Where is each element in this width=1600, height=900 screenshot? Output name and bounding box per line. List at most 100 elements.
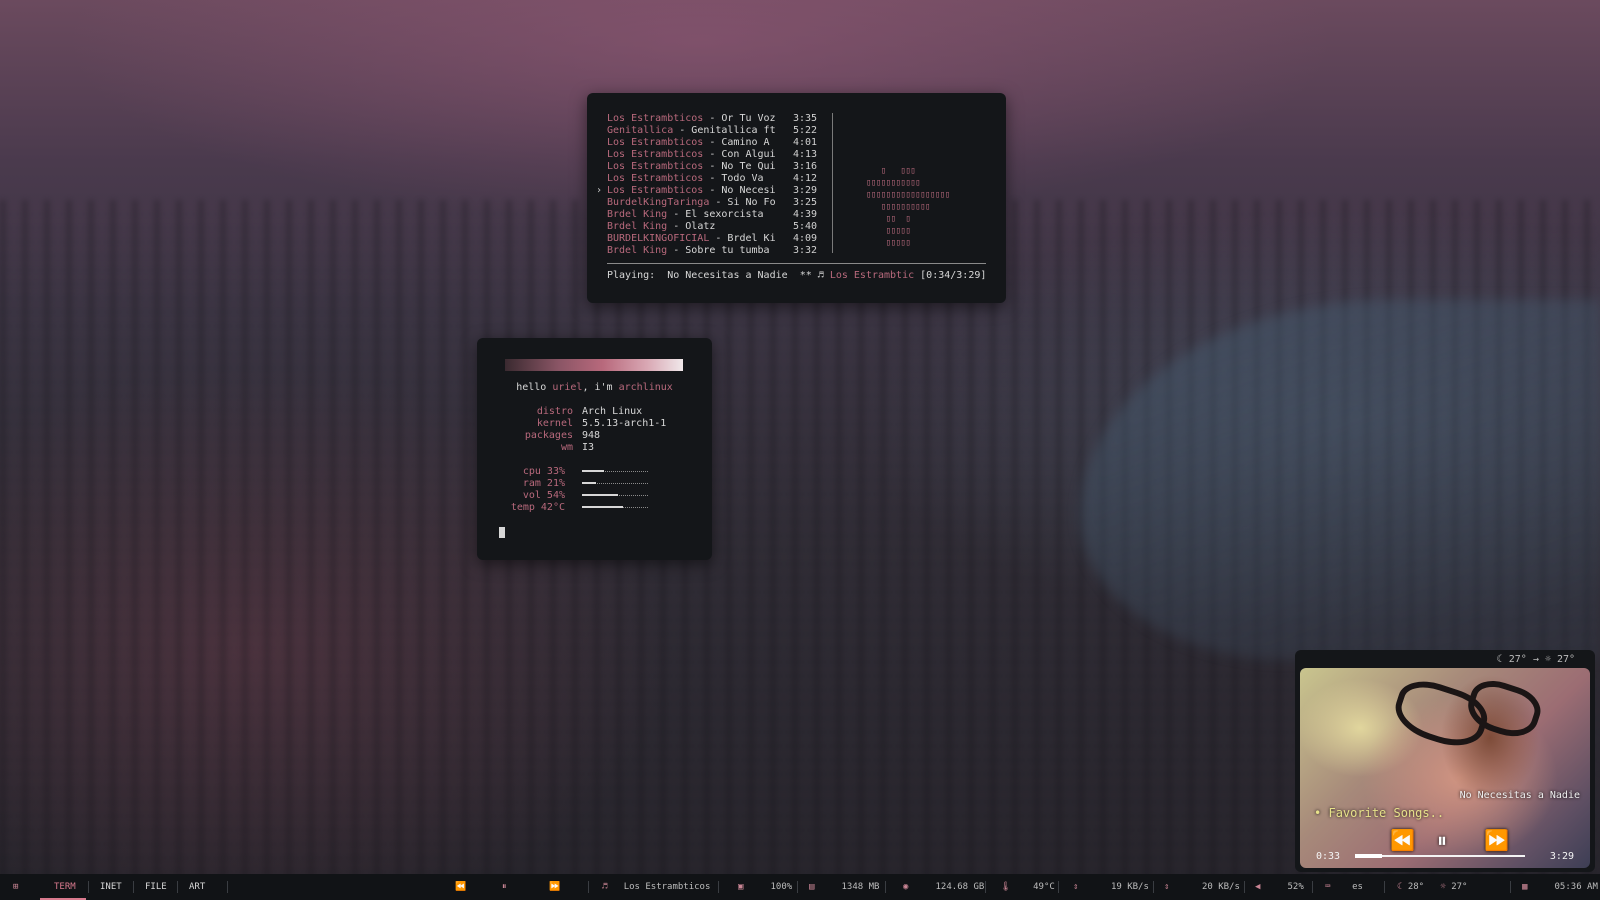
tab-file[interactable]: FILE bbox=[145, 874, 167, 900]
weather-value-a: 28° bbox=[1407, 882, 1425, 892]
playlist-track[interactable]: Los Estrambticos - Or Tu Voz 3:35 bbox=[607, 113, 822, 125]
weather-value-b: 27° bbox=[1451, 882, 1468, 892]
system-info-value: Arch Linux bbox=[582, 406, 643, 417]
track-title: Brdel Ki bbox=[727, 233, 776, 244]
system-stat-label: ram 21% bbox=[522, 478, 565, 489]
playlist-track[interactable]: Brdel King - Sobre tu tumba 3:32 bbox=[607, 245, 822, 257]
visualizer-row: ▯▯▯▯▯▯▯▯▯▯▯▯▯▯▯▯▯ bbox=[866, 190, 950, 200]
volume-status[interactable]: ◀ 52% bbox=[1255, 874, 1304, 900]
system-info-key: distro bbox=[536, 406, 573, 417]
track-artist: Brdel King bbox=[607, 209, 668, 220]
separator bbox=[227, 881, 228, 893]
bar-next-button[interactable]: ⏩ bbox=[549, 874, 560, 900]
separator bbox=[1153, 881, 1154, 893]
system-info-row: packages 948 bbox=[477, 430, 712, 442]
track-duration: 4:13 bbox=[793, 149, 818, 160]
separator bbox=[718, 881, 719, 893]
disk-icon: ◉ bbox=[903, 882, 909, 892]
terminal-cursor bbox=[499, 527, 505, 538]
now-playing-artist: Los Estrambtic bbox=[829, 270, 915, 281]
track-duration: 4:01 bbox=[793, 137, 818, 148]
download-icon: ⇕ bbox=[1073, 882, 1079, 892]
playlist-track[interactable]: BurdelKingTaringa - Si No Fo 3:25 bbox=[607, 197, 822, 209]
track-duration: 3:16 bbox=[793, 161, 818, 172]
keyboard-layout-status[interactable]: ⌨ es bbox=[1325, 874, 1363, 900]
playlist-track[interactable]: Los Estrambticos - Con Algui 4:13 bbox=[607, 149, 822, 161]
bar-artist: Los Estrambticos bbox=[623, 882, 711, 892]
weather-forecast: ☾ 27° → ☼ 27° bbox=[1497, 654, 1575, 665]
weather-status: ☾ 28° ☼ 27° bbox=[1397, 874, 1467, 900]
playlist-track[interactable]: Brdel King - Olatz 5:40 bbox=[607, 221, 822, 233]
next-track-button[interactable]: ⏩ bbox=[1484, 828, 1509, 852]
music-player-window[interactable]: Los Estrambticos - Or Tu Voz 3:35 Genitall… bbox=[587, 93, 1006, 303]
thermometer-icon: 🌡︎ bbox=[1000, 882, 1012, 892]
stat-bar-fill bbox=[582, 482, 596, 484]
playlist-track[interactable]: Los Estrambticos - Camino A 4:01 bbox=[607, 137, 822, 149]
system-stat-row: cpu 33% bbox=[477, 466, 712, 478]
weather-next: 27° bbox=[1556, 654, 1575, 665]
track-duration: 4:12 bbox=[793, 173, 818, 184]
progress-bar[interactable] bbox=[1355, 854, 1525, 858]
cpu-status: ▣ 100% bbox=[738, 874, 792, 900]
tab-inet[interactable]: INET bbox=[100, 874, 122, 900]
visualizer-row: ▯▯▯▯▯ bbox=[866, 226, 911, 236]
now-playing-title: No Necesitas a Nadie bbox=[667, 270, 788, 281]
previous-track-button[interactable]: ⏪ bbox=[1390, 828, 1415, 852]
temperature-value: 49°C bbox=[1033, 882, 1055, 892]
now-playing-time: [0:34/3:29] bbox=[920, 270, 987, 281]
bar-now-playing[interactable]: ♬ Los Estrambticos bbox=[602, 874, 710, 900]
track-artist: Los Estrambticos bbox=[607, 185, 704, 196]
track-duration: 4:39 bbox=[793, 209, 818, 220]
track-title: Todo Va bbox=[721, 173, 764, 184]
playlist-track[interactable]: Genitallica - Genitallica ft 5:22 bbox=[607, 125, 822, 137]
track-duration: 3:35 bbox=[793, 113, 818, 124]
tab-art[interactable]: ART bbox=[189, 874, 205, 900]
separator bbox=[985, 881, 986, 893]
visualizer-row: ▯▯ ▯ bbox=[866, 214, 911, 224]
separator bbox=[1384, 881, 1385, 893]
now-playing-label: Playing: bbox=[607, 270, 656, 281]
track-title: No Necesi bbox=[721, 185, 776, 196]
bar-pause-button[interactable]: ⏸ bbox=[502, 874, 507, 900]
grid-icon[interactable]: ⊞ bbox=[13, 874, 18, 900]
separator bbox=[885, 881, 886, 893]
memory-icon: ▤ bbox=[809, 882, 815, 892]
stat-bar-fill bbox=[582, 470, 604, 472]
system-stats: cpu 33% ram 21% vol 54% temp 42°C bbox=[477, 466, 712, 514]
separator bbox=[1244, 881, 1245, 893]
playlist-track[interactable]: Brdel King - El sexorcista 4:39 bbox=[607, 209, 822, 221]
separator bbox=[88, 881, 89, 893]
widget-track-title: No Necesitas a Nadie bbox=[1459, 790, 1580, 801]
playlist-track[interactable]: › Los Estrambticos - No Necesi 3:29 bbox=[596, 185, 822, 197]
now-playing-status: Playing: No Necesitas a Nadie ** ♬ Los E… bbox=[607, 270, 986, 281]
calendar-icon: ▦ bbox=[1522, 882, 1528, 892]
track-artist: Los Estrambticos bbox=[607, 161, 704, 172]
upload-status: ⇕ 20 KB/s bbox=[1164, 874, 1240, 900]
moon-icon: ☾ bbox=[1496, 654, 1503, 665]
weather-now: 27° bbox=[1508, 654, 1527, 665]
track-artist: Los Estrambticos bbox=[607, 149, 704, 160]
separator bbox=[177, 881, 178, 893]
moon-icon: ☾ bbox=[1397, 882, 1403, 892]
playlist-track[interactable]: BURDELKINGOFICIAL - Brdel Ki 4:09 bbox=[607, 233, 822, 245]
playlist-track[interactable]: Los Estrambticos - No Te Qui 3:16 bbox=[607, 161, 822, 173]
playlist-track[interactable]: Los Estrambticos - Todo Va 4:12 bbox=[607, 173, 822, 185]
track-artist: Los Estrambticos bbox=[607, 173, 704, 184]
keyboard-icon: ⌨ bbox=[1325, 882, 1331, 892]
widget-playlist-name: • Favorite Songs.. bbox=[1314, 806, 1444, 820]
stat-bar-fill bbox=[582, 494, 618, 496]
playlist[interactable]: Los Estrambticos - Or Tu Voz 3:35 Genitall… bbox=[596, 113, 822, 257]
clock: ▦ 05:36 AM bbox=[1522, 874, 1598, 900]
disk-status: ◉ 124.68 GB bbox=[903, 874, 984, 900]
total-time: 3:29 bbox=[1549, 851, 1574, 862]
tab-term[interactable]: TERM bbox=[54, 874, 76, 900]
horizontal-divider bbox=[607, 263, 986, 264]
pause-button[interactable]: ⏸ bbox=[1437, 828, 1447, 852]
system-stat-row: temp 42°C bbox=[477, 502, 712, 514]
separator bbox=[133, 881, 134, 893]
clock-value: 05:36 AM bbox=[1554, 882, 1598, 892]
sun-icon: ☼ bbox=[1544, 654, 1551, 665]
track-artist: Genitallica bbox=[607, 125, 674, 136]
bar-previous-button[interactable]: ⏪ bbox=[455, 874, 466, 900]
fetch-terminal-window[interactable]: hello uriel, i'm archlinux distro Arch Li… bbox=[477, 338, 712, 560]
